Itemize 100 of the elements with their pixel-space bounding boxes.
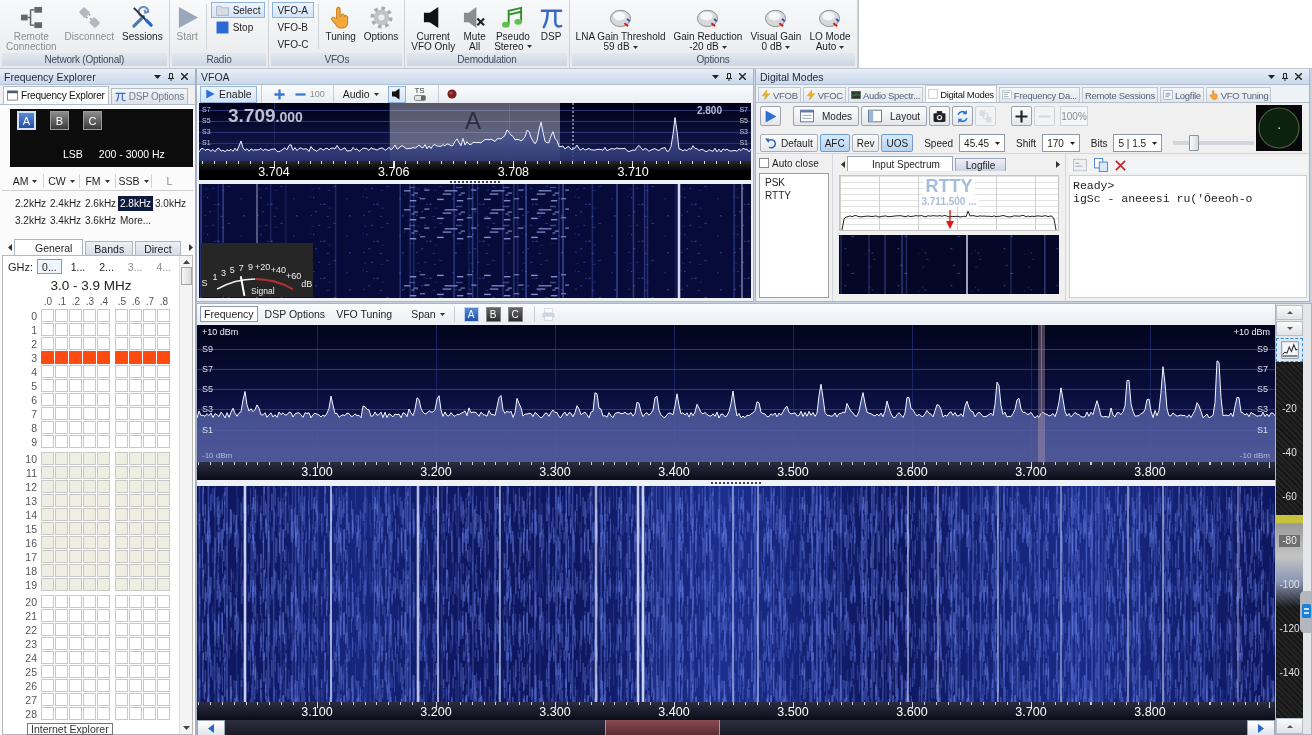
frequency-cell[interactable] — [83, 393, 96, 406]
frequency-cell[interactable] — [129, 323, 142, 336]
scroll-up-button[interactable] — [1276, 305, 1303, 320]
frequency-cell[interactable] — [129, 421, 142, 434]
frequency-cell[interactable] — [69, 536, 82, 549]
frequency-cell[interactable] — [69, 407, 82, 420]
bandwidth-button[interactable]: 2.2kHz — [13, 196, 49, 211]
frequency-cell[interactable] — [69, 665, 82, 678]
frequency-cell[interactable] — [83, 609, 96, 622]
frequency-cell[interactable] — [157, 508, 170, 521]
scroll-up-icon[interactable] — [182, 260, 190, 264]
mode-button[interactable]: AM — [7, 174, 43, 188]
frequency-cell[interactable] — [115, 494, 128, 507]
frequency-cell[interactable] — [83, 637, 96, 650]
frequency-cell[interactable] — [115, 536, 128, 549]
frequency-cell[interactable] — [143, 637, 156, 650]
bandwidth-button[interactable]: 3.2kHz — [13, 213, 49, 228]
dropdown-field[interactable]: 45.45 — [959, 134, 1006, 152]
checkbox[interactable] — [759, 158, 769, 168]
frequency-cell[interactable] — [129, 379, 142, 392]
frequency-cell[interactable] — [55, 421, 68, 434]
ribbon-button[interactable]: LNA Gain Threshold 59 dB — [572, 2, 669, 53]
vfo-button[interactable]: B — [50, 111, 69, 130]
frequency-cell[interactable] — [115, 351, 128, 364]
list-item[interactable]: PSK — [763, 177, 787, 189]
frequency-cell[interactable] — [41, 452, 54, 465]
frequency-cell[interactable] — [157, 651, 170, 664]
frequency-cell[interactable] — [97, 623, 110, 636]
frequency-cell[interactable] — [55, 452, 68, 465]
frequency-cell[interactable] — [157, 421, 170, 434]
frequency-cell[interactable] — [115, 337, 128, 350]
frequency-cell[interactable] — [55, 365, 68, 378]
frequency-cell[interactable] — [143, 550, 156, 563]
dropdown-field[interactable]: 5 | 1.5 — [1113, 134, 1163, 152]
frequency-cell[interactable] — [97, 323, 110, 336]
frequency-cell[interactable] — [69, 480, 82, 493]
left-arrow-icon[interactable] — [8, 244, 12, 251]
frequency-cell[interactable] — [129, 609, 142, 622]
tab[interactable]: VFO Tuning — [332, 306, 397, 322]
copy-icon[interactable] — [1094, 158, 1108, 172]
frequency-cell[interactable] — [55, 595, 68, 608]
frequency-cell[interactable] — [157, 393, 170, 406]
delete-icon[interactable] — [1115, 159, 1126, 171]
frequency-cell[interactable] — [143, 564, 156, 577]
frequency-cell[interactable] — [143, 522, 156, 535]
toolbar-button[interactable] — [1011, 106, 1033, 126]
frequency-cell[interactable] — [143, 323, 156, 336]
frequency-cell[interactable] — [97, 508, 110, 521]
frequency-cell[interactable] — [143, 407, 156, 420]
tab[interactable]: DSP Options — [110, 88, 189, 104]
ribbon-button[interactable]: Tuning — [322, 2, 359, 53]
ribbon-button[interactable]: DSP — [536, 2, 566, 53]
frequency-cell[interactable] — [157, 309, 170, 322]
frequency-cell[interactable] — [55, 609, 68, 622]
frequency-cell[interactable] — [97, 637, 110, 650]
frequency-cell[interactable] — [115, 452, 128, 465]
dropdown-field[interactable]: 170 — [1042, 134, 1080, 152]
frequency-cell[interactable] — [157, 536, 170, 549]
frequency-cell[interactable] — [83, 564, 96, 577]
frequency-cell[interactable] — [97, 407, 110, 420]
frequency-cell[interactable] — [69, 323, 82, 336]
frequency-cell[interactable] — [69, 623, 82, 636]
frequency-cell[interactable] — [41, 693, 54, 706]
frequency-cell[interactable] — [83, 623, 96, 636]
frequency-cell[interactable] — [55, 480, 68, 493]
frequency-cell[interactable] — [143, 665, 156, 678]
frequency-cell[interactable] — [129, 466, 142, 479]
frequency-cell[interactable] — [129, 480, 142, 493]
frequency-cell[interactable] — [157, 564, 170, 577]
vfo-button[interactable]: A — [17, 111, 36, 130]
frequency-cell[interactable] — [83, 679, 96, 692]
mode-button[interactable]: CW — [43, 174, 79, 188]
frequency-cell[interactable] — [97, 466, 110, 479]
frequency-cell[interactable] — [41, 494, 54, 507]
frequency-cell[interactable] — [129, 707, 142, 720]
toggle-button[interactable]: UOS — [881, 134, 914, 152]
frequency-cell[interactable] — [41, 637, 54, 650]
ribbon-button[interactable]: Gain Reduction -20 dB — [670, 2, 746, 53]
frequency-cell[interactable] — [69, 379, 82, 392]
frequency-cell[interactable] — [143, 679, 156, 692]
frequency-cell[interactable] — [157, 679, 170, 692]
close-icon[interactable] — [181, 73, 188, 80]
frequency-cell[interactable] — [69, 637, 82, 650]
frequency-cell[interactable] — [129, 578, 142, 591]
frequency-cell[interactable] — [157, 480, 170, 493]
frequency-cell[interactable] — [143, 595, 156, 608]
frequency-cell[interactable] — [157, 337, 170, 350]
toggle-button[interactable]: Rev — [851, 134, 880, 152]
frequency-cell[interactable] — [41, 480, 54, 493]
frequency-cell[interactable] — [143, 480, 156, 493]
audio-button[interactable]: Audio — [337, 85, 384, 103]
frequency-cell[interactable] — [69, 452, 82, 465]
frequency-cell[interactable] — [129, 494, 142, 507]
frequency-cell[interactable] — [143, 707, 156, 720]
frequency-cell[interactable] — [97, 452, 110, 465]
bandwidth-button[interactable]: 3.0kHz — [153, 196, 189, 211]
frequency-cell[interactable] — [143, 466, 156, 479]
frequency-cell[interactable] — [69, 595, 82, 608]
frequency-cell[interactable] — [143, 379, 156, 392]
frequency-cell[interactable] — [157, 637, 170, 650]
